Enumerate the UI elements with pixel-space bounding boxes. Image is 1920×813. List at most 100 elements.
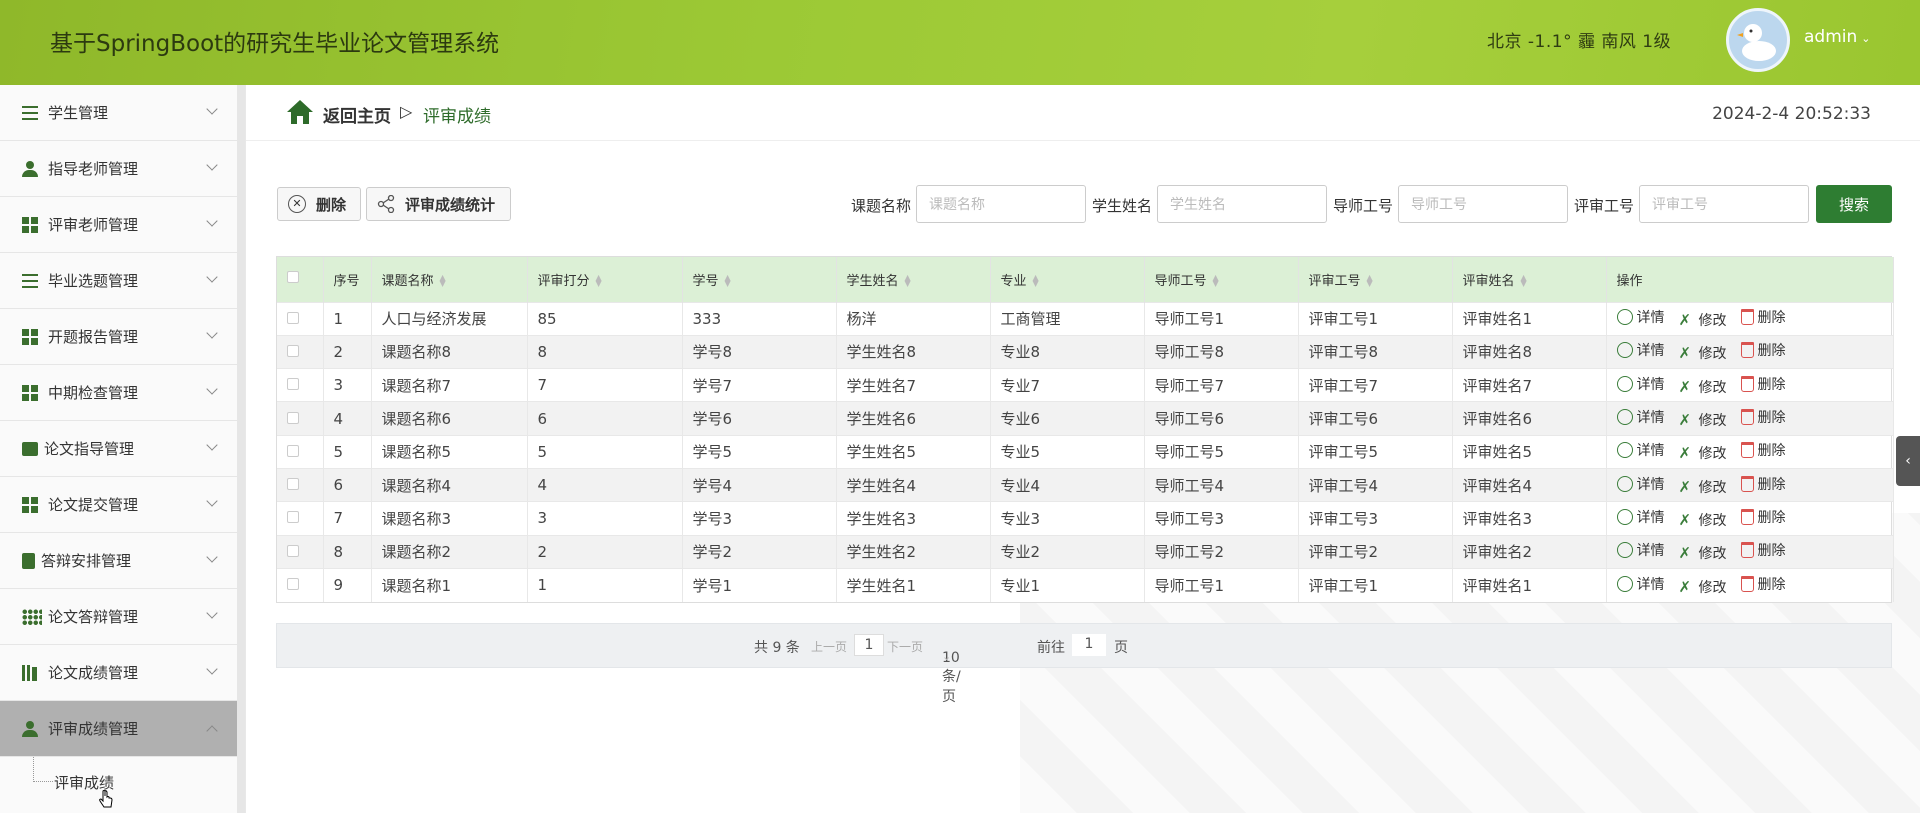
- row-checkbox[interactable]: [287, 378, 299, 391]
- column-header[interactable]: 学生姓名 ▲ ▼: [836, 257, 991, 302]
- row-select-cell[interactable]: [277, 301, 324, 336]
- sidebar-item-proposals[interactable]: 开题报告管理: [0, 309, 238, 365]
- search-button[interactable]: 搜索: [1816, 185, 1892, 223]
- table-cell: 学生姓名7: [836, 368, 991, 402]
- row-checkbox[interactable]: [287, 311, 299, 324]
- advisor-id-input[interactable]: 导师工号: [1398, 185, 1568, 223]
- row-select-cell[interactable]: [277, 567, 324, 602]
- sidebar-item-submission[interactable]: 论文提交管理: [0, 477, 238, 533]
- column-header[interactable]: 评审打分 ▲ ▼: [527, 257, 683, 302]
- sort-icon[interactable]: ▲ ▼: [596, 274, 602, 288]
- home-icon[interactable]: [286, 99, 314, 125]
- sort-icon[interactable]: ▲ ▼: [1367, 274, 1373, 288]
- sort-icon[interactable]: ▲ ▼: [440, 274, 446, 288]
- user-menu[interactable]: admin ⌄: [1804, 27, 1871, 47]
- reviewer-id-input[interactable]: 评审工号: [1639, 185, 1809, 223]
- detail-button[interactable]: 详情: [1616, 507, 1665, 527]
- sidebar-scrollbar[interactable]: [237, 85, 245, 813]
- edit-button[interactable]: ✗ 修改: [1679, 443, 1727, 463]
- detail-button[interactable]: 详情: [1616, 474, 1665, 494]
- detail-button[interactable]: 详情: [1616, 407, 1665, 427]
- edit-button[interactable]: ✗ 修改: [1679, 377, 1727, 397]
- delete-row-button[interactable]: 删除: [1740, 407, 1786, 427]
- row-select-cell[interactable]: [277, 467, 324, 502]
- avatar[interactable]: [1726, 8, 1790, 72]
- sidebar-item-reviewers[interactable]: 评审老师管理: [0, 197, 238, 253]
- edit-button[interactable]: ✗ 修改: [1679, 543, 1727, 563]
- prev-page-button[interactable]: 上一页: [811, 638, 847, 655]
- column-header[interactable]: 学号 ▲ ▼: [682, 257, 837, 302]
- detail-button[interactable]: 详情: [1616, 440, 1665, 460]
- edit-button[interactable]: ✗ 修改: [1679, 477, 1727, 497]
- duck-icon: [1737, 24, 1776, 61]
- delete-row-button[interactable]: 删除: [1740, 540, 1786, 560]
- sort-icon[interactable]: ▲ ▼: [905, 274, 911, 288]
- sidebar-item-topics[interactable]: 毕业选题管理: [0, 253, 238, 309]
- row-checkbox[interactable]: [287, 544, 299, 557]
- row-select-cell[interactable]: [277, 368, 324, 402]
- sidebar-item-defense[interactable]: 论文答辩管理: [0, 589, 238, 645]
- edit-button[interactable]: ✗ 修改: [1679, 577, 1727, 597]
- edit-button[interactable]: ✗ 修改: [1679, 510, 1727, 530]
- sort-icon[interactable]: ▲ ▼: [725, 274, 731, 288]
- goto-page-input[interactable]: 1: [1072, 634, 1106, 656]
- edit-button[interactable]: ✗ 修改: [1679, 343, 1727, 363]
- row-checkbox[interactable]: [287, 511, 299, 524]
- next-page-button[interactable]: 下一页: [887, 638, 923, 655]
- table-cell: 专业1: [990, 567, 1145, 602]
- delete-row-button[interactable]: 删除: [1740, 307, 1786, 327]
- statistics-button[interactable]: 评审成绩统计: [366, 187, 511, 221]
- row-checkbox[interactable]: [287, 444, 299, 457]
- sort-icon[interactable]: ▲ ▼: [1213, 274, 1219, 288]
- delete-row-button[interactable]: 删除: [1740, 374, 1786, 394]
- delete-row-button[interactable]: 删除: [1740, 340, 1786, 360]
- row-checkbox[interactable]: [287, 578, 299, 591]
- column-header[interactable]: 专业 ▲ ▼: [990, 257, 1145, 302]
- sidebar-item-review-scores[interactable]: 评审成绩管理: [0, 701, 238, 757]
- row-select-cell[interactable]: [277, 401, 324, 436]
- breadcrumb-home-link[interactable]: 返回主页: [323, 102, 391, 127]
- row-checkbox[interactable]: [287, 411, 299, 424]
- column-header[interactable]: 课题名称 ▲ ▼: [371, 257, 528, 302]
- row-select-cell[interactable]: [277, 501, 324, 536]
- sort-icon[interactable]: ▲ ▼: [1033, 274, 1039, 288]
- column-header[interactable]: 导师工号 ▲ ▼: [1144, 257, 1299, 302]
- sidebar-item-defense-schedule[interactable]: 答辩安排管理: [0, 533, 238, 589]
- clipboard-icon: [22, 552, 35, 569]
- select-all-checkbox[interactable]: [287, 271, 299, 284]
- delete-button[interactable]: ✕ 删除: [277, 187, 361, 221]
- student-name-input[interactable]: 学生姓名: [1157, 185, 1327, 223]
- sidebar-item-students[interactable]: 学生管理: [0, 85, 238, 141]
- column-header[interactable]: 评审姓名 ▲ ▼: [1452, 257, 1607, 302]
- sidebar-subitem-review-score[interactable]: 评审成绩: [0, 757, 245, 807]
- row-checkbox[interactable]: [287, 344, 299, 357]
- delete-row-button[interactable]: 删除: [1740, 574, 1786, 594]
- detail-button[interactable]: 详情: [1616, 307, 1665, 327]
- topic-name-input[interactable]: 课题名称: [916, 185, 1086, 223]
- table-cell: 学号2: [682, 534, 837, 569]
- detail-button[interactable]: 详情: [1616, 574, 1665, 594]
- sidebar-item-thesis-scores[interactable]: 论文成绩管理: [0, 645, 238, 701]
- user-icon: [22, 160, 42, 177]
- delete-row-button[interactable]: 删除: [1740, 474, 1786, 494]
- sort-icon[interactable]: ▲ ▼: [1521, 274, 1527, 288]
- row-select-cell[interactable]: [277, 334, 324, 369]
- detail-button[interactable]: 详情: [1616, 340, 1665, 360]
- current-page[interactable]: 1: [854, 634, 884, 656]
- row-select-cell[interactable]: [277, 434, 324, 469]
- sidebar-item-advisors[interactable]: 指导老师管理: [0, 141, 238, 197]
- collapse-panel-tab[interactable]: ‹: [1896, 436, 1920, 486]
- row-checkbox[interactable]: [287, 478, 299, 491]
- column-header[interactable]: 评审工号 ▲ ▼: [1298, 257, 1453, 302]
- sidebar-item-guidance[interactable]: 论文指导管理: [0, 421, 238, 477]
- row-select-cell[interactable]: [277, 534, 324, 569]
- delete-row-button[interactable]: 删除: [1740, 507, 1786, 527]
- edit-button[interactable]: ✗ 修改: [1679, 310, 1727, 330]
- detail-button[interactable]: 详情: [1616, 540, 1665, 560]
- select-all-header[interactable]: [277, 257, 324, 302]
- edit-button[interactable]: ✗ 修改: [1679, 410, 1727, 430]
- delete-row-button[interactable]: 删除: [1740, 440, 1786, 460]
- sidebar-item-midterm[interactable]: 中期检查管理: [0, 365, 238, 421]
- table-row: 7 课题名称3 3 学号3 学生姓名3 专业3 导师工号3 评审工号3 评审姓名3 详情 ✗ 修改 删除: [277, 501, 1894, 536]
- detail-button[interactable]: 详情: [1616, 374, 1665, 394]
